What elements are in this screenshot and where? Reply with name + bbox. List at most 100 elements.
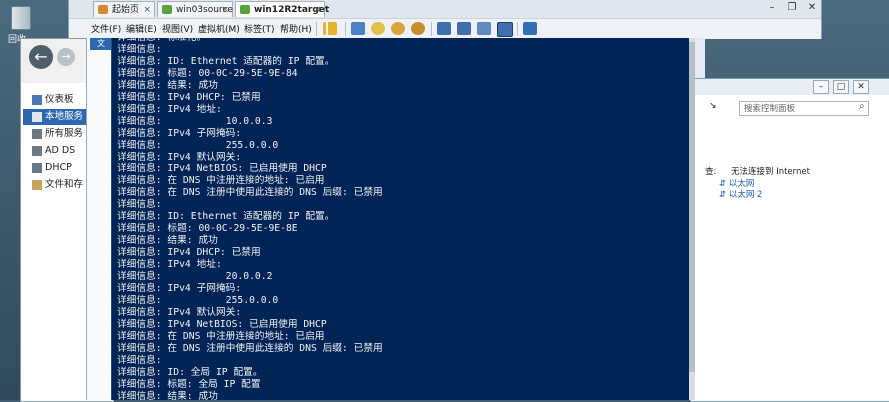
status-label: 查: <box>705 167 717 177</box>
tab-win12r2target[interactable]: win12R2target × <box>235 1 329 18</box>
sidebar-toggle-icon[interactable] <box>437 22 451 35</box>
close-icon[interactable]: × <box>313 2 321 18</box>
console-line: 详细信息: 标题: 00-0C-29-5E-9E-84 <box>117 67 298 79</box>
tab-win03source[interactable]: win03source × <box>157 1 233 17</box>
console-line: 详细信息: IPv4 默认网关: <box>117 306 242 318</box>
console-line: 详细信息: IPv4 地址: <box>117 103 222 115</box>
console-line: 详细信息: <box>117 43 162 55</box>
console-line: 详细信息: 在 DNS 中注册连接的地址: 已启用 <box>117 330 325 342</box>
server-icon <box>32 112 42 122</box>
tab-start-page[interactable]: 起始页 × <box>93 1 155 17</box>
console-view-icon[interactable] <box>523 22 537 35</box>
dashboard-icon <box>32 95 42 105</box>
search-icon[interactable]: ⌕ <box>859 101 865 112</box>
maximize-button[interactable]: □ <box>833 80 849 94</box>
link-label: 以太网 2 <box>728 190 763 200</box>
minimize-button[interactable]: – <box>765 2 779 13</box>
minimize-button[interactable]: – <box>813 80 829 94</box>
vm-icon <box>162 5 172 14</box>
close-button[interactable]: ✕ <box>805 2 819 13</box>
network-control-panel-window: – □ ✕ ↘ 搜索控制面板 ⌕ 查: 无法连接到 Internet ⇵ 以太网… <box>690 78 889 402</box>
dhcp-icon <box>32 163 42 173</box>
home-icon <box>98 5 108 14</box>
toolbar-separator <box>517 22 518 36</box>
back-button[interactable]: ← <box>29 45 53 69</box>
console-line: 详细信息: 在 DNS 注册中使用此连接的 DNS 后缀: 已禁用 <box>117 342 383 354</box>
menu-view[interactable]: 视图(V) <box>162 22 193 35</box>
console-line: 详细信息: <box>117 354 162 366</box>
revert-snapshot-icon[interactable] <box>391 22 405 35</box>
scrollbar-thumb[interactable] <box>689 42 695 372</box>
vmware-window: 起始页 × win03source × win12R2target × – ❐ … <box>68 0 822 39</box>
toolbar-separator <box>316 22 317 36</box>
sidebar-item-label: 本地服务 <box>45 111 84 122</box>
console-line: 详细信息: 结果: 成功 <box>117 235 218 247</box>
background-window-edge: 文 <box>86 38 112 400</box>
menu-help[interactable]: 帮助(H) <box>280 22 312 35</box>
console-line: 详细信息: IPv4 地址: <box>117 259 222 271</box>
search-input[interactable]: 搜索控制面板 <box>739 101 869 116</box>
console-line: 详细信息: 255.0.0.0 <box>117 139 279 151</box>
recycle-bin-icon[interactable]: 回收 <box>8 4 32 45</box>
console-line: 详细信息: ID: 全局 IP 配置。 <box>117 366 263 378</box>
toolbar-separator <box>345 22 346 36</box>
sidebar-item-label: AD DS <box>45 145 76 156</box>
tab-label: 起始页 <box>112 5 140 15</box>
file-menu-button[interactable]: 文 <box>90 38 112 50</box>
navigation-arrow-icon[interactable]: ↘ <box>709 101 717 111</box>
console-line: 详细信息: 在 DNS 中注册连接的地址: 已启用 <box>117 175 325 187</box>
console-line: 详细信息: 10.0.0.3 <box>117 115 273 127</box>
menu-tabs[interactable]: 标签(T) <box>244 22 275 35</box>
forward-button[interactable]: → <box>57 48 75 66</box>
servers-icon <box>32 129 42 139</box>
menu-file[interactable]: 文件(F) <box>91 22 121 35</box>
console-line: 详细信息: 20.0.0.2 <box>117 271 273 282</box>
ethernet-link-2[interactable]: ⇵ 以太网 2 <box>719 188 762 200</box>
console-scrollbar[interactable] <box>689 38 695 400</box>
menu-edit[interactable]: 编辑(E) <box>126 22 157 35</box>
menu-vm[interactable]: 虚拟机(M) <box>198 22 240 35</box>
sidebar-item-label: 所有服务 <box>45 128 84 139</box>
connection-status: 无法连接到 Internet <box>731 167 810 177</box>
console-line: 详细信息: 结果: 成功 <box>117 390 218 401</box>
files-icon <box>32 180 42 190</box>
close-icon[interactable]: × <box>143 2 151 18</box>
console-line: 详细信息: IPv4 子网掩码: <box>117 127 242 139</box>
window-titlebar: – □ ✕ <box>691 79 889 95</box>
vm-icon <box>240 5 250 14</box>
snapshot-manager-icon[interactable] <box>411 22 425 35</box>
menu-bar: 文件(F) 编辑(E) 视图(V) 虚拟机(M) 标签(T) 帮助(H) <box>69 18 821 39</box>
powershell-console[interactable]: 详细信息: 标准化。详细信息:详细信息: ID: Ethernet 适配器的 I… <box>111 38 690 400</box>
console-line: 详细信息: 标题: 00-0C-29-5E-9E-8E <box>117 223 298 235</box>
thumbnail-icon[interactable] <box>457 22 471 35</box>
network-adapter-icon: ⇵ <box>719 190 729 200</box>
console-line: 详细信息: 在 DNS 注册中使用此连接的 DNS 后缀: 已禁用 <box>117 187 383 199</box>
console-line: 详细信息: IPv4 NetBIOS: 已启用使用 DHCP <box>117 318 327 330</box>
tab-bar: 起始页 × win03source × win12R2target × – ❐ … <box>69 0 821 18</box>
console-line: 详细信息: IPv4 NetBIOS: 已启用使用 DHCP <box>117 163 327 175</box>
sidebar-item-label: 文件和存 <box>45 179 84 190</box>
console-line: 详细信息: IPv4 默认网关: <box>117 151 242 163</box>
console-line: 详细信息: IPv4 子网掩码: <box>117 282 242 294</box>
sidebar-item-label: DHCP <box>45 162 72 173</box>
send-ctrl-alt-del-icon[interactable] <box>351 22 365 35</box>
console-line: 详细信息: 255.0.0.0 <box>117 294 279 306</box>
console-line: 详细信息: ID: Ethernet 适配器的 IP 配置。 <box>117 55 335 67</box>
toolbar-separator <box>431 22 432 36</box>
console-line: 详细信息: IPv4 DHCP: 已禁用 <box>117 91 261 103</box>
console-line: 详细信息: IPv4 DHCP: 已禁用 <box>117 247 261 259</box>
maximize-button[interactable]: ❐ <box>785 2 799 13</box>
console-line: 详细信息: ID: Ethernet 适配器的 IP 配置。 <box>117 211 335 223</box>
console-line: 详细信息: <box>117 199 162 211</box>
unity-icon[interactable] <box>497 22 513 37</box>
console-line: 详细信息: 标题: 全局 IP 配置 <box>117 378 261 390</box>
console-line: 详细信息: 结果: 成功 <box>117 79 218 91</box>
close-button[interactable]: ✕ <box>853 80 869 94</box>
snapshot-icon[interactable] <box>371 22 385 35</box>
adds-icon <box>32 146 42 156</box>
window-edge <box>695 38 705 78</box>
fullscreen-icon[interactable] <box>477 22 491 35</box>
close-icon[interactable]: × <box>221 2 229 18</box>
pause-icon[interactable] <box>323 22 337 35</box>
sidebar-item-label: 仪表板 <box>45 94 74 105</box>
